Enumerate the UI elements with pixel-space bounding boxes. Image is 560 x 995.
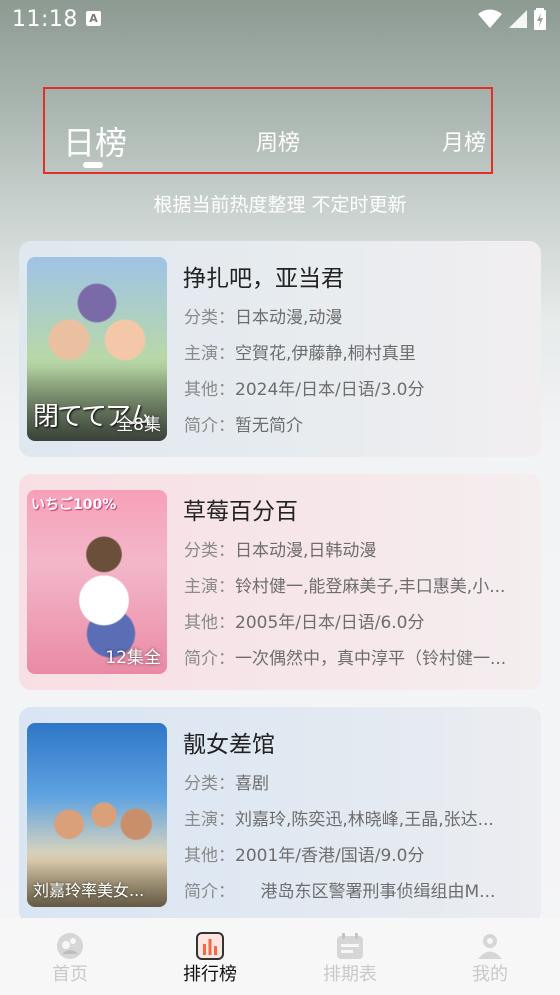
item-other: 其他：2024年/日本/日语/3.0分 [184, 375, 534, 400]
nav-home-label: 首页 [52, 964, 88, 985]
intro-label: 简介： [184, 649, 235, 669]
poster-image: 閉ててアム 全8集 [27, 257, 167, 441]
list-item[interactable]: 刘嘉玲率美女... 靓女差馆 分类：喜剧 主演：刘嘉玲,陈奕迅,林晓峰,王晶,张… [19, 707, 541, 923]
nav-schedule-label: 排期表 [323, 964, 377, 985]
signal-icon [509, 10, 527, 28]
item-cast: 主演：空賀花,伊藤静,桐村真里 [184, 339, 534, 364]
poster-logo: いちご100% [31, 497, 117, 513]
tab-monthly[interactable]: 月榜 [442, 125, 486, 157]
item-intro: 简介：暂无简介 [184, 411, 534, 436]
nav-home[interactable]: 首页 [0, 918, 140, 995]
profile-icon [478, 934, 502, 959]
other-label: 其他： [184, 380, 235, 400]
a-icon: A [86, 11, 101, 26]
other-value: 2024年/日本/日语/3.0分 [235, 380, 425, 400]
wifi-icon [478, 9, 502, 28]
nav-ranking[interactable]: 排行榜 [140, 918, 280, 995]
item-category: 分类：日本动漫,动漫 [184, 303, 534, 328]
item-intro: 简介：一次偶然中，真中淳平（铃村健一... [184, 644, 534, 669]
cast-label: 主演： [184, 577, 235, 597]
item-cast: 主演：刘嘉玲,陈奕迅,林晓峰,王晶,张达... [184, 805, 534, 830]
intro-label: 简介： [184, 882, 227, 902]
item-intro: 简介： 港岛东区警署刑事侦缉组由M... [184, 877, 534, 902]
nav-schedule[interactable]: 排期表 [280, 918, 420, 995]
cast-value: 刘嘉玲,陈奕迅,林晓峰,王晶,张达... [235, 810, 494, 830]
item-title: 靓女差馆 [183, 732, 275, 758]
episode-badge: 刘嘉玲率美女... [33, 881, 145, 900]
other-label: 其他： [184, 846, 235, 866]
item-title: 草莓百分百 [183, 499, 298, 525]
bottom-nav: 首页 排行榜 排期表 我的 [0, 918, 560, 995]
tab-daily[interactable]: 日榜 [63, 118, 127, 164]
episode-badge: 全8集 [116, 415, 161, 435]
category-label: 分类： [184, 541, 235, 561]
category-label: 分类： [184, 308, 235, 328]
cast-value: 空賀花,伊藤静,桐村真里 [235, 344, 416, 364]
category-value: 日本动漫,动漫 [235, 308, 343, 328]
item-cast: 主演：铃村健一,能登麻美子,丰口惠美,小... [184, 572, 534, 597]
item-title: 挣扎吧，亚当君 [183, 266, 344, 292]
other-value: 2001年/香港/国语/9.0分 [235, 846, 425, 866]
cast-value: 铃村健一,能登麻美子,丰口惠美,小... [235, 577, 506, 597]
status-icons [478, 8, 546, 30]
chart-icon [196, 932, 224, 960]
category-value: 日本动漫,日韩动漫 [235, 541, 377, 561]
battery-icon [534, 8, 546, 30]
item-category: 分类：喜剧 [184, 769, 534, 794]
item-other: 其他：2005年/日本/日语/6.0分 [184, 608, 534, 633]
cast-label: 主演： [184, 344, 235, 364]
ranking-subtitle: 根据当前热度整理 不定时更新 [153, 194, 407, 216]
tab-indicator [83, 162, 103, 168]
calendar-icon [337, 933, 363, 959]
tab-weekly[interactable]: 周榜 [256, 125, 300, 157]
list-item[interactable]: いちご100% 12集全 草莓百分百 分类：日本动漫,日韩动漫 主演：铃村健一,… [19, 474, 541, 690]
intro-label: 简介： [184, 416, 235, 436]
category-value: 喜剧 [235, 774, 269, 794]
list-item[interactable]: 閉ててアム 全8集 挣扎吧，亚当君 分类：日本动漫,动漫 主演：空賀花,伊藤静,… [19, 241, 541, 457]
other-label: 其他： [184, 613, 235, 633]
nav-ranking-label: 排行榜 [183, 964, 237, 985]
episode-badge: 12集全 [105, 648, 161, 668]
status-bar: 11:18 A [0, 0, 560, 40]
item-category: 分类：日本动漫,日韩动漫 [184, 536, 534, 561]
poster-image: いちご100% 12集全 [27, 490, 167, 674]
intro-value: 暂无简介 [235, 416, 303, 436]
poster-image: 刘嘉玲率美女... [27, 723, 167, 907]
other-value: 2005年/日本/日语/6.0分 [235, 613, 425, 633]
cast-label: 主演： [184, 810, 235, 830]
intro-value: 一次偶然中，真中淳平（铃村健一... [235, 649, 507, 669]
category-label: 分类： [184, 774, 235, 794]
item-other: 其他：2001年/香港/国语/9.0分 [184, 841, 534, 866]
nav-profile-label: 我的 [472, 964, 508, 985]
nav-profile[interactable]: 我的 [420, 918, 560, 995]
status-time: 11:18 [12, 7, 78, 32]
intro-value: 港岛东区警署刑事侦缉组由M... [226, 882, 496, 902]
home-icon [57, 933, 83, 959]
